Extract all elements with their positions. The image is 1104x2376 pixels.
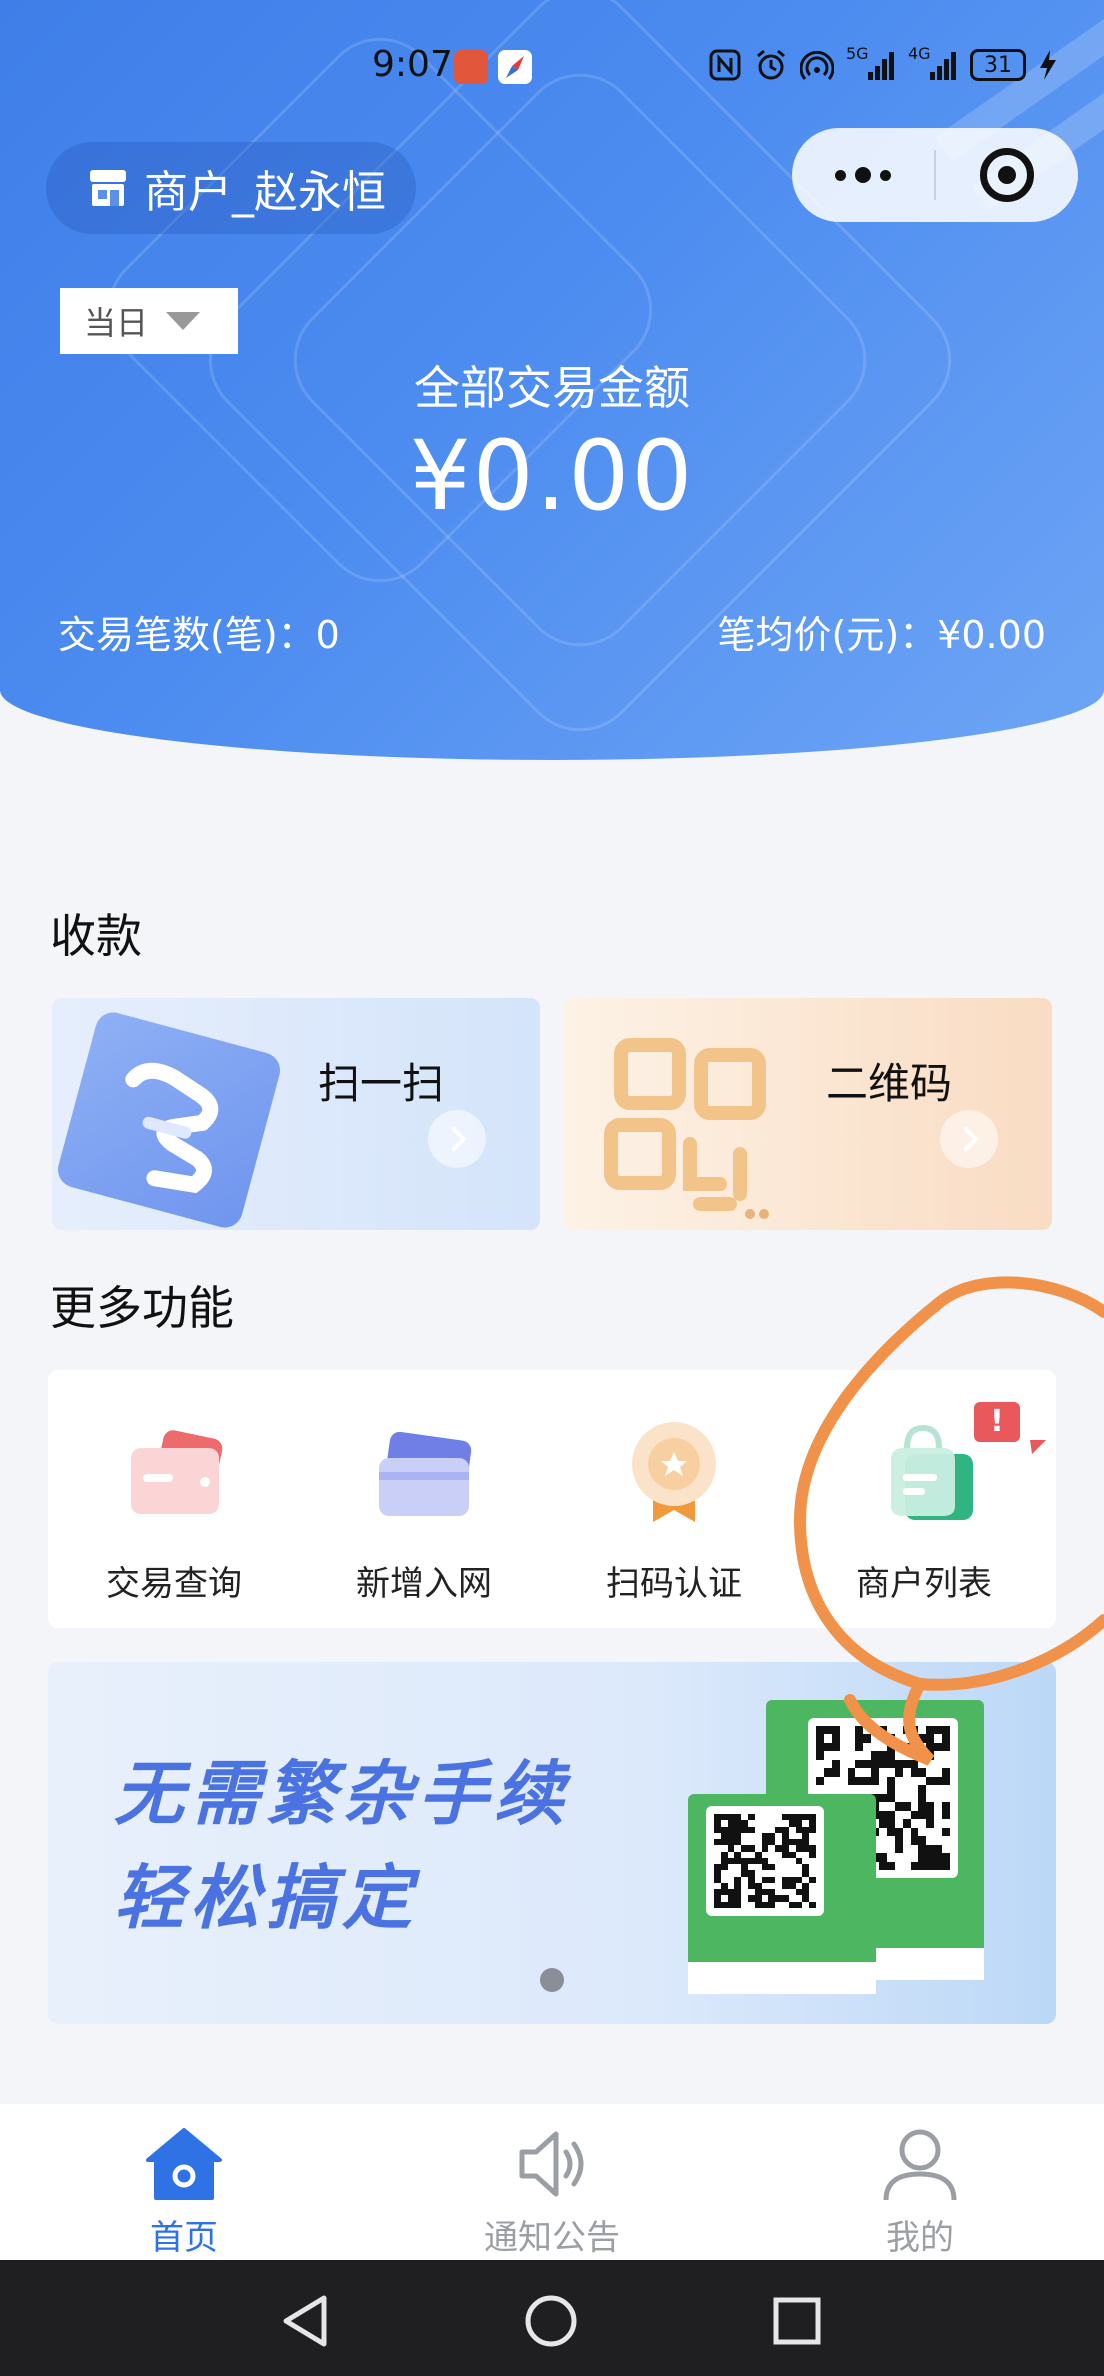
medal-icon	[619, 1418, 729, 1528]
qr-poster-image	[688, 1794, 876, 1994]
more-dot-icon	[855, 167, 871, 183]
scan-verification-button[interactable]: 扫码认证	[574, 1418, 774, 1608]
nfc-icon	[708, 48, 742, 82]
status-bar: 9:07 5G 4G 31	[0, 36, 1104, 96]
collect-section-title: 收款	[50, 909, 142, 963]
average-price: 笔均价(元)：¥0.00	[718, 604, 1046, 659]
new-onboarding-button[interactable]: 新增入网	[324, 1418, 524, 1608]
chevron-right-icon	[428, 1110, 486, 1168]
transaction-query-label: 交易查询	[106, 1564, 242, 1604]
scan-card[interactable]: 扫一扫	[52, 998, 540, 1230]
transaction-count-label: 交易笔数(笔)：	[58, 613, 316, 657]
home-icon	[144, 2124, 224, 2204]
store-icon	[86, 166, 130, 210]
card-search-icon	[119, 1418, 229, 1528]
banner-line-2: 轻松搞定	[114, 1857, 418, 1939]
qrcode-card-label: 二维码	[826, 1059, 953, 1108]
qr-code-image	[706, 1806, 824, 1916]
battery-level: 31	[984, 52, 1012, 78]
tab-home-label: 首页	[150, 2218, 218, 2258]
compass-app-icon	[498, 50, 532, 84]
signal-5g-icon: 5G	[846, 44, 896, 82]
battery-icon: 31	[970, 49, 1026, 81]
more-section-title: 更多功能	[50, 1281, 234, 1335]
carousel-indicator[interactable]	[540, 1968, 564, 1992]
target-icon	[980, 148, 1034, 202]
average-price-label: 笔均价(元)：	[717, 613, 938, 657]
tab-profile-label: 我的	[886, 2218, 954, 2258]
qrcode-card[interactable]: 二维码	[564, 998, 1052, 1230]
average-price-value: ¥0.00	[937, 613, 1046, 657]
shopping-bag-icon	[869, 1418, 979, 1528]
bank-cards-icon	[369, 1418, 479, 1528]
chevron-right-icon	[940, 1110, 998, 1168]
merchant-list-label: 商户列表	[856, 1564, 992, 1604]
speaker-icon	[512, 2124, 592, 2204]
transaction-count-value: 0	[315, 613, 340, 657]
signal-4g-icon: 4G	[908, 44, 958, 82]
signal-5g-label: 5G	[846, 44, 869, 63]
function-panel: 交易查询 新增入网 扫码认证 商户列表	[48, 1370, 1056, 1628]
tab-home[interactable]: 首页	[0, 2104, 368, 2260]
tab-notices[interactable]: 通知公告	[368, 2104, 736, 2260]
badge-tail	[1030, 1440, 1046, 1454]
alert-badge: !	[974, 1402, 1020, 1442]
scan-illustration-icon	[53, 1008, 285, 1230]
charging-icon	[1038, 48, 1058, 82]
recents-icon[interactable]	[772, 2294, 822, 2348]
merchant-name: 商户_赵永恒	[144, 167, 386, 218]
system-navigation-bar	[0, 2260, 1104, 2376]
signal-4g-label: 4G	[908, 44, 931, 63]
notification-app-icon	[454, 50, 488, 84]
date-filter-select[interactable]: 当日	[60, 288, 238, 354]
user-icon	[880, 2124, 960, 2204]
close-miniprogram-button[interactable]	[936, 128, 1078, 222]
hotspot-icon	[799, 48, 835, 82]
total-amount-label: 全部交易金额	[414, 361, 690, 415]
more-dot-icon	[880, 169, 891, 181]
tab-profile[interactable]: 我的	[736, 2104, 1104, 2260]
status-icons: 5G 4G 31	[708, 44, 1058, 82]
more-dot-icon	[835, 169, 846, 181]
banner-line-1: 无需繁杂手续	[114, 1753, 570, 1835]
scan-verification-label: 扫码认证	[606, 1564, 742, 1604]
date-filter-value: 当日	[84, 304, 149, 342]
promo-banner[interactable]: 无需繁杂手续 轻松搞定	[48, 1662, 1056, 2024]
alarm-icon	[754, 48, 788, 82]
new-onboarding-label: 新增入网	[356, 1564, 492, 1604]
scan-card-label: 扫一扫	[318, 1059, 445, 1108]
status-time: 9:07	[372, 44, 453, 85]
transaction-count: 交易笔数(笔)：0	[58, 604, 340, 659]
merchant-switcher[interactable]: 商户_赵永恒	[46, 142, 416, 234]
miniprogram-capsule	[792, 128, 1078, 222]
total-amount-value: ¥0.00	[409, 420, 695, 532]
bottom-tabbar: 首页 通知公告 我的	[0, 2104, 1104, 2260]
more-options-button[interactable]	[792, 128, 934, 222]
dropdown-arrow-icon	[166, 312, 201, 330]
merchant-list-button[interactable]: 商户列表	[824, 1418, 1024, 1608]
qrcode-illustration-icon	[584, 1038, 784, 1228]
transaction-query-button[interactable]: 交易查询	[74, 1418, 274, 1608]
back-icon[interactable]	[280, 2294, 330, 2348]
home-circle-icon[interactable]	[524, 2294, 578, 2348]
tab-notices-label: 通知公告	[484, 2218, 620, 2258]
